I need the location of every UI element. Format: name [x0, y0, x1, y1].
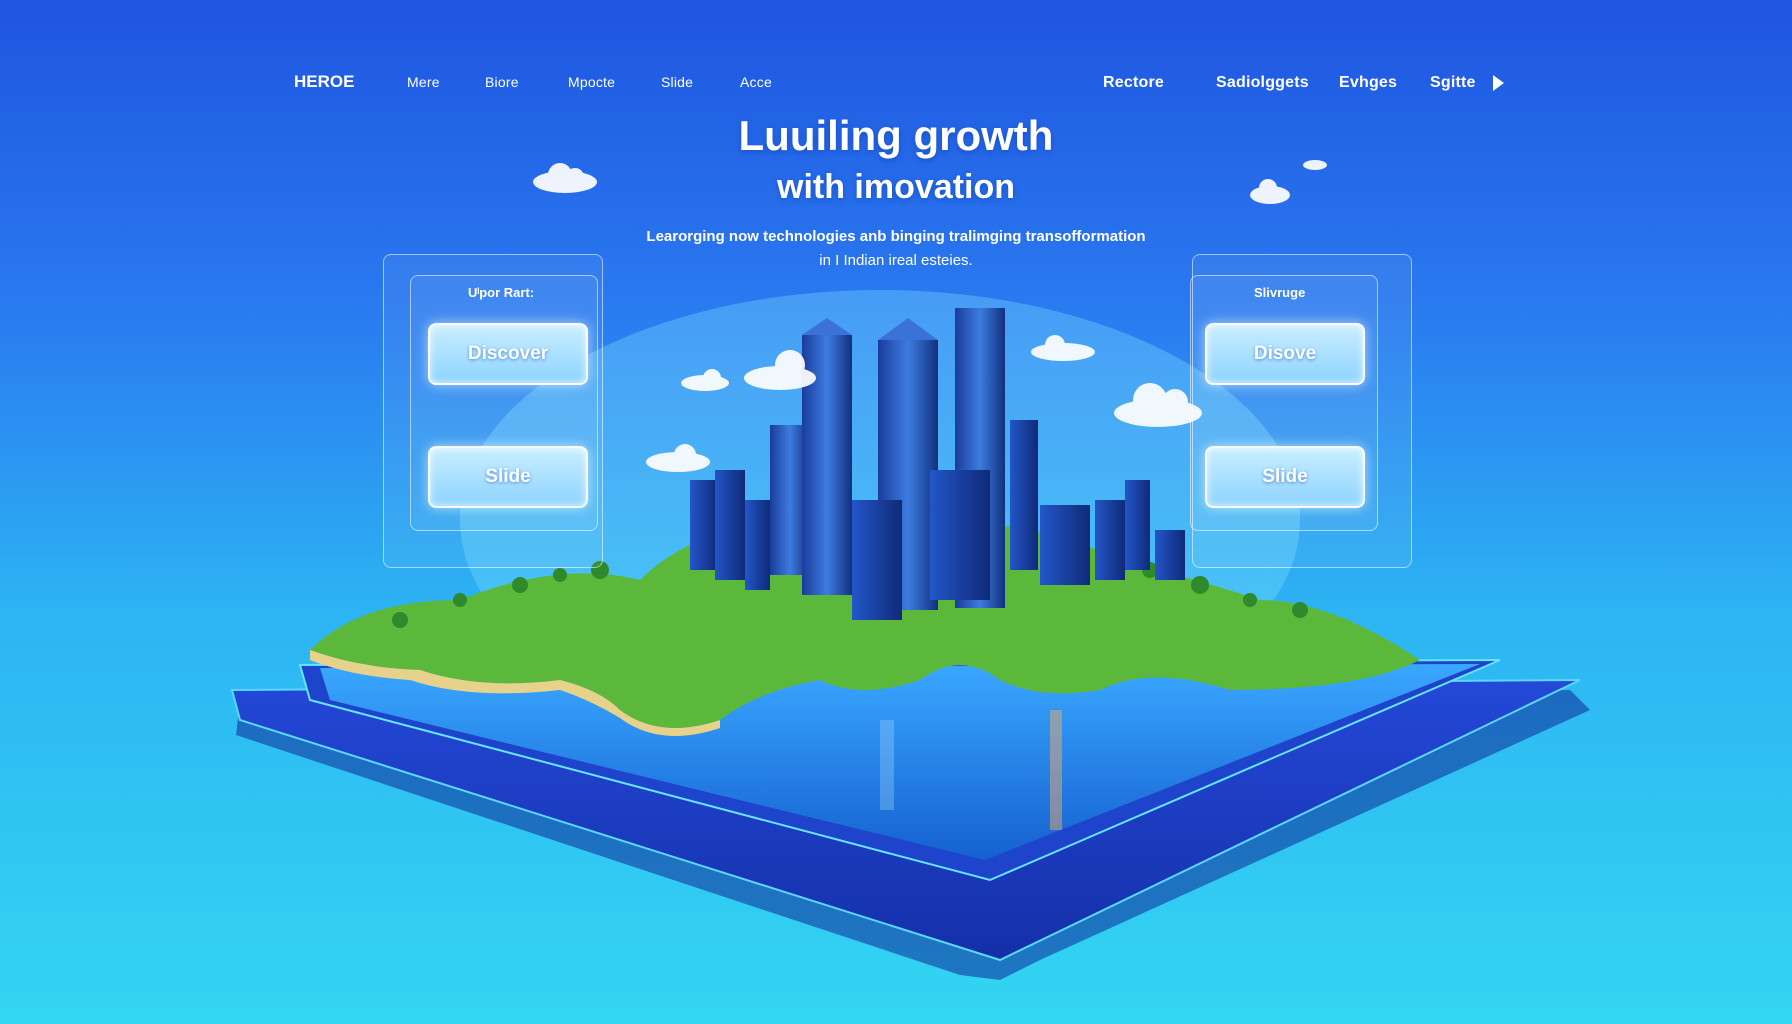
nav-link-right-3[interactable]: Evhges: [1339, 74, 1397, 92]
nav-link-3[interactable]: Mpocte: [568, 74, 615, 90]
left-panel-label: Uˡpor Rart:: [468, 285, 535, 300]
play-arrow-icon[interactable]: [1493, 75, 1504, 91]
nav-link-right-1[interactable]: Rectore: [1103, 74, 1164, 92]
hero-subtitle-line1: Learorging now technologies anb binging …: [646, 228, 1146, 245]
nav-link-1[interactable]: Mere: [407, 74, 440, 90]
nav-link-right-2[interactable]: Sadiolggets: [1216, 74, 1309, 92]
discover-button-right[interactable]: Disove: [1205, 323, 1365, 385]
nav-link-4[interactable]: Slide: [661, 74, 693, 90]
right-panel-label: Slivruge: [1254, 285, 1306, 300]
hero-subtitle-line2: in I Indian ireal esteies.: [819, 252, 973, 269]
brand-logo[interactable]: HEROE: [294, 72, 354, 92]
discover-button-left[interactable]: Discover: [428, 323, 588, 385]
nav-link-5[interactable]: Acce: [740, 74, 772, 90]
slide-button-right[interactable]: Slide: [1205, 446, 1365, 508]
hero-title-line2: with imovation: [777, 168, 1015, 206]
hero-title-line1: Luuiling growth: [738, 112, 1054, 159]
nav-link-2[interactable]: Biore: [485, 74, 519, 90]
slide-button-left[interactable]: Slide: [428, 446, 588, 508]
nav-link-right-4[interactable]: Sgitte: [1430, 74, 1476, 92]
